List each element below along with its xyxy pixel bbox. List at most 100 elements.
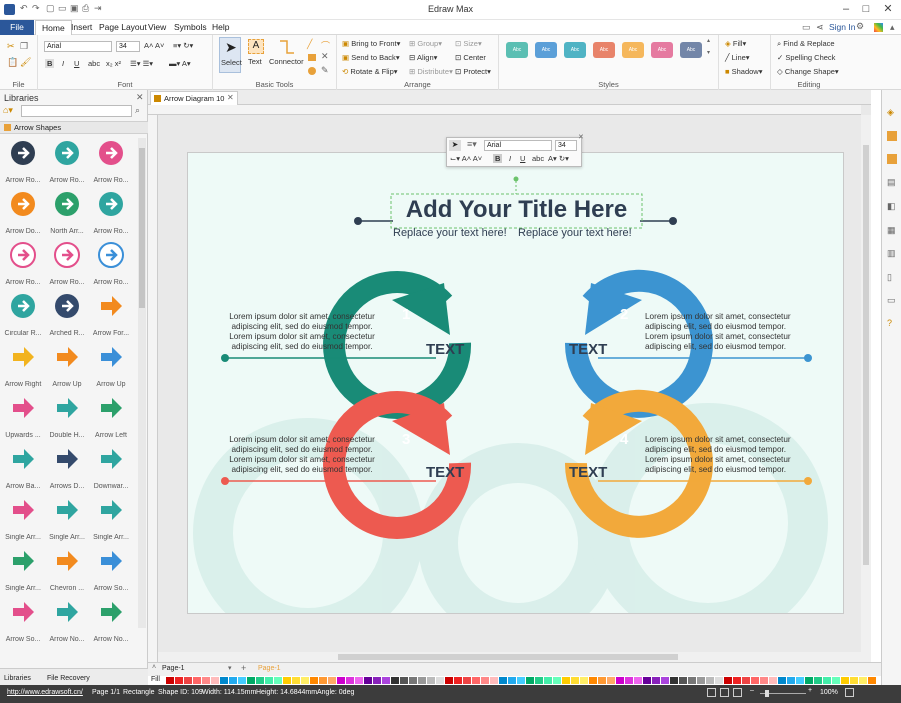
website-link[interactable]: http://www.edrawsoft.cn/: [7, 689, 83, 696]
library-shape-item[interactable]: Double H...: [45, 390, 89, 441]
style-swatch-5[interactable]: Abc: [622, 42, 644, 58]
library-shape-item[interactable]: Downwar...: [89, 441, 133, 492]
palette-color-swatch[interactable]: [607, 677, 615, 684]
library-shape-item[interactable]: Arrows D...: [45, 441, 89, 492]
mini-strike-button[interactable]: abc: [532, 154, 544, 163]
palette-color-swatch[interactable]: [769, 677, 777, 684]
color-swatches[interactable]: [166, 676, 878, 685]
share-icon[interactable]: ⋖: [816, 22, 824, 33]
step-2-description[interactable]: Lorem ipsum dolor sit amet, consectetur …: [645, 312, 823, 352]
library-shape-item[interactable]: Arrow No...: [45, 594, 89, 645]
palette-color-swatch[interactable]: [508, 677, 516, 684]
subtitle-right[interactable]: Replace your text here!: [518, 227, 632, 239]
palette-color-swatch[interactable]: [382, 677, 390, 684]
rotate-flip-button[interactable]: ⟲ Rotate & Flip▾: [342, 67, 398, 76]
palette-color-swatch[interactable]: [184, 677, 192, 684]
palette-color-swatch[interactable]: [688, 677, 696, 684]
close-button[interactable]: ✕: [880, 2, 896, 16]
list-icon[interactable]: ☰▾ ☰▾: [130, 59, 153, 68]
library-shape-item[interactable]: Arrow Left: [89, 390, 133, 441]
library-shape-item[interactable]: Arrow Up: [45, 339, 89, 390]
step-1-description[interactable]: Lorem ipsum dolor sit amet, consectetur …: [213, 312, 391, 352]
page-dropdown-icon[interactable]: ▾: [228, 664, 232, 672]
palette-color-swatch[interactable]: [742, 677, 750, 684]
palette-color-swatch[interactable]: [346, 677, 354, 684]
send-to-back-button[interactable]: ▣ Send to Back▾: [342, 53, 400, 62]
document-panel-icon[interactable]: ▯: [887, 272, 892, 283]
fill-panel-icon[interactable]: ◈: [887, 107, 894, 118]
palette-color-swatch[interactable]: [571, 677, 579, 684]
font-size-select[interactable]: 34: [116, 41, 140, 52]
file-recovery-tab[interactable]: File Recovery: [47, 675, 90, 682]
palette-color-swatch[interactable]: [436, 677, 444, 684]
palette-color-swatch[interactable]: [679, 677, 687, 684]
style-swatch-7[interactable]: Abc: [680, 42, 702, 58]
mini-color-button[interactable]: A▾ ↻▾: [548, 154, 569, 163]
ellipse-tool-icon[interactable]: [308, 67, 316, 75]
library-shape-item[interactable]: Arrow Ro...: [1, 237, 45, 288]
styles-scroll-up-icon[interactable]: ▴: [707, 37, 710, 44]
diagram-title[interactable]: Add Your Title Here: [391, 195, 642, 225]
palette-color-swatch[interactable]: [454, 677, 462, 684]
size-button[interactable]: ⊡ Size▾: [455, 39, 482, 48]
mini-font-size-select[interactable]: 34: [555, 140, 577, 151]
library-shape-item[interactable]: Arrow Ro...: [45, 135, 89, 186]
zoom-in-icon[interactable]: +: [808, 687, 812, 694]
palette-color-swatch[interactable]: [733, 677, 741, 684]
library-shape-item[interactable]: Single Arr...: [89, 492, 133, 543]
palette-color-swatch[interactable]: [598, 677, 606, 684]
palette-color-swatch[interactable]: [643, 677, 651, 684]
menu-help[interactable]: Help: [206, 20, 235, 35]
crop-tool-icon[interactable]: ✕: [321, 51, 329, 62]
spelling-check-button[interactable]: ✓ Spelling Check: [777, 53, 835, 62]
theme-icon[interactable]: [874, 23, 883, 32]
protect-button[interactable]: ⊡ Protect▾: [455, 67, 491, 76]
diagram-page[interactable]: Add Your Title Here Replace your text he…: [187, 152, 844, 614]
palette-color-swatch[interactable]: [364, 677, 372, 684]
add-page-icon[interactable]: +: [241, 663, 246, 673]
zoom-slider-thumb[interactable]: [765, 690, 769, 697]
page-tab[interactable]: Page-1: [258, 665, 281, 672]
zoom-out-icon[interactable]: –: [750, 687, 754, 694]
select-tool-button[interactable]: ➤ Select: [219, 37, 242, 73]
line-panel-icon[interactable]: [887, 131, 897, 141]
library-shape-item[interactable]: Arrow Right: [1, 339, 45, 390]
palette-color-swatch[interactable]: [706, 677, 714, 684]
palette-color-swatch[interactable]: [580, 677, 588, 684]
palette-color-swatch[interactable]: [823, 677, 831, 684]
step-3-description[interactable]: Lorem ipsum dolor sit amet, consectetur …: [213, 435, 391, 475]
palette-color-swatch[interactable]: [166, 677, 174, 684]
step-3-text[interactable]: TEXT: [426, 464, 464, 481]
library-shape-item[interactable]: North Arr...: [45, 186, 89, 237]
page-selector[interactable]: Page-1: [162, 665, 185, 672]
pointer-icon[interactable]: ➤: [449, 140, 461, 151]
menu-file[interactable]: File: [0, 20, 34, 35]
style-swatch-4[interactable]: Abc: [593, 42, 615, 58]
step-4-description[interactable]: Lorem ipsum dolor sit amet, consectetur …: [645, 435, 823, 475]
styles-scroll-down-icon[interactable]: ▾: [707, 49, 710, 56]
palette-color-swatch[interactable]: [859, 677, 867, 684]
library-shape-item[interactable]: Chevron ...: [45, 543, 89, 594]
page-nav-up-icon[interactable]: ˄: [152, 664, 156, 671]
palette-color-swatch[interactable]: [787, 677, 795, 684]
palette-color-swatch[interactable]: [211, 677, 219, 684]
center-button[interactable]: ⊡ Center: [455, 53, 486, 62]
fit-window-icon[interactable]: [845, 688, 854, 697]
step-2-text[interactable]: TEXT: [569, 341, 607, 358]
palette-color-swatch[interactable]: [814, 677, 822, 684]
palette-color-swatch[interactable]: [544, 677, 552, 684]
collapse-ribbon-icon[interactable]: ▴: [890, 22, 895, 33]
step-1-text[interactable]: TEXT: [426, 341, 464, 358]
shadow-panel-icon[interactable]: [887, 154, 897, 164]
find-replace-button[interactable]: ⌕ Find & Replace: [777, 39, 835, 49]
palette-color-swatch[interactable]: [229, 677, 237, 684]
library-shape-item[interactable]: Arrow No...: [89, 594, 133, 645]
palette-color-swatch[interactable]: [850, 677, 858, 684]
tab-close-icon[interactable]: ✕: [227, 93, 234, 102]
italic-button[interactable]: I: [62, 59, 64, 68]
palette-color-swatch[interactable]: [589, 677, 597, 684]
panel-close-icon[interactable]: ✕: [136, 92, 144, 103]
library-shape-item[interactable]: Arrow For...: [89, 288, 133, 339]
distribute-button[interactable]: ⊞ Distribute▾: [409, 67, 453, 76]
palette-color-swatch[interactable]: [274, 677, 282, 684]
